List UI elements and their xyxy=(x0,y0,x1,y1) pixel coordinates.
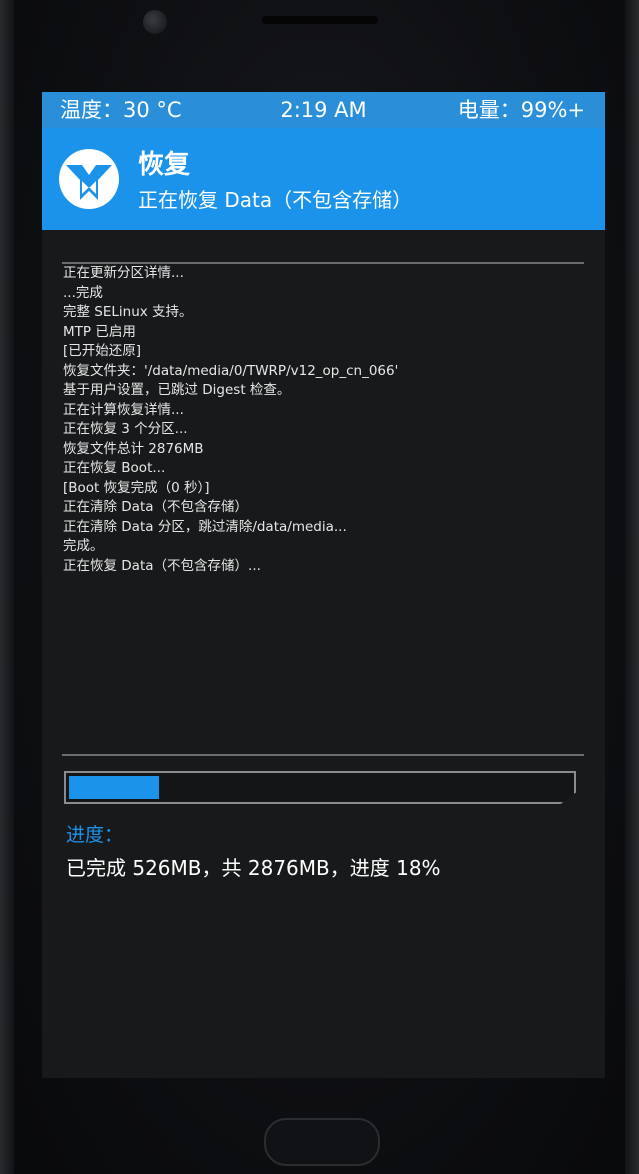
console-log: 正在更新分区详情... ...完成完整 SELinux 支持。 MTP 已启用 [已开… xyxy=(63,264,583,576)
log-bottom-divider xyxy=(62,754,584,756)
page-subtitle: 正在恢复 Data（不包含存储） xyxy=(138,188,413,212)
log-line: 完成。 xyxy=(63,538,104,554)
earpiece-speaker xyxy=(262,16,378,24)
recovery-screen: 温度：30 °C 2:19 AM 电量：99%+ 恢复 正在恢复 Data（不包… xyxy=(42,92,605,1078)
log-line: 基于用户设置，已跳过 Digest 检查。 xyxy=(63,382,291,398)
log-line: 正在清除 Data 分区，跳过清除/data/media... xyxy=(63,518,347,535)
log-line: 正在清除 Data（不包含存储） xyxy=(63,499,249,515)
front-camera xyxy=(143,10,167,34)
log-line: 正在恢复 Data（不包含存储）... xyxy=(63,557,261,574)
header: 温度：30 °C 2:19 AM 电量：99%+ 恢复 正在恢复 Data（不包… xyxy=(42,92,605,230)
status-bar: 温度：30 °C 2:19 AM 电量：99%+ xyxy=(42,92,605,128)
log-line: 正在更新分区详情... xyxy=(63,265,184,281)
progress-label: 进度： xyxy=(66,824,124,846)
log-line: 正在计算恢复详情... xyxy=(63,401,184,418)
progress-bar-fill xyxy=(69,776,159,799)
progress-bar xyxy=(64,771,576,804)
page-title: 恢复 xyxy=(138,150,191,180)
log-line: [已开始还原] xyxy=(63,343,142,359)
home-button[interactable] xyxy=(264,1118,380,1166)
log-line: 正在恢复 3 个分区... xyxy=(63,421,188,437)
log-line: 正在恢复 Boot... xyxy=(63,460,166,476)
log-line: MTP 已启用 xyxy=(63,323,136,340)
log-line: 完整 SELinux 支持。 xyxy=(63,304,193,320)
log-line: [Boot 恢复完成（0 秒）] xyxy=(63,479,210,496)
phone-body: 温度：30 °C 2:19 AM 电量：99%+ 恢复 正在恢复 Data（不包… xyxy=(0,0,639,1174)
phone-edge-right xyxy=(625,0,639,1174)
log-line: ...完成 xyxy=(63,284,103,301)
log-line: 恢复文件夹：'/data/media/0/TWRP/v12_op_cn_066' xyxy=(63,362,399,379)
status-battery: 电量：99%+ xyxy=(457,98,585,122)
phone-edge-left xyxy=(0,0,14,1174)
title-bar: 恢复 正在恢复 Data（不包含存储） xyxy=(42,128,605,230)
log-line: 恢复文件总计 2876MB xyxy=(63,440,204,457)
progress-status-text: 已完成 526MB，共 2876MB，进度 18% xyxy=(66,856,441,880)
twrp-logo-icon xyxy=(59,149,119,209)
